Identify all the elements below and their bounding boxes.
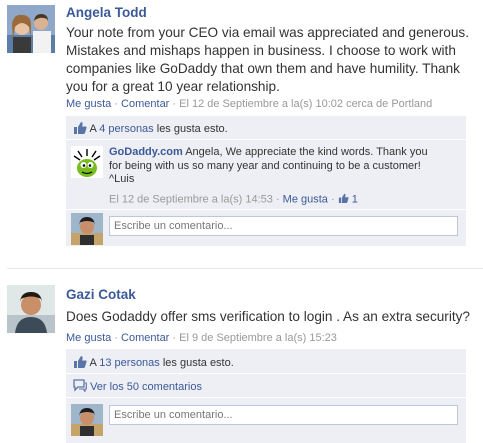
reply-like-count[interactable]: 1 [352, 193, 358, 205]
view-comments-row[interactable]: Ver los 50 comentarios [73, 379, 202, 395]
reply-author[interactable]: GoDaddy.com [109, 146, 183, 158]
thumbs-up-icon [338, 193, 349, 206]
post-author[interactable]: Gazi Cotak [66, 287, 136, 302]
post-angela-todd: Angela Todd Your note from your CEO via … [0, 0, 483, 265]
reply-like-link[interactable]: Me gusta [283, 193, 328, 205]
likes-suffix: les gusta esto. [156, 122, 228, 135]
post-meta: Me gusta · Comentar · El 9 de Septiembre… [66, 332, 337, 344]
avatar[interactable] [7, 5, 55, 53]
likes-prefix: A [89, 356, 97, 369]
feedback-box: A 4 personas les gusta esto. GoDaddy.com… [66, 116, 466, 246]
meta-separator: · [275, 193, 280, 206]
row-divider [66, 209, 466, 210]
post-timestamp[interactable]: El 12 de Septiembre a la(s) 10:02 cerca … [179, 98, 432, 110]
comment-link[interactable]: Comentar [121, 98, 169, 110]
meta-separator: · [330, 193, 335, 206]
comment-link[interactable]: Comentar [121, 332, 169, 344]
meta-separator: · [114, 98, 118, 110]
meta-separator: · [172, 332, 177, 344]
likes-summary: A 4 personas les gusta esto. [73, 121, 228, 137]
godaddy-logo-icon[interactable] [71, 146, 103, 178]
reply-meta: El 12 de Septiembre a la(s) 14:53 · Me g… [109, 193, 358, 206]
reply-timestamp[interactable]: El 12 de Septiembre a la(s) 14:53 [109, 193, 273, 205]
likes-people-link[interactable]: 4 personas [99, 123, 153, 135]
post-timestamp[interactable]: El 9 de Septiembre a la(s) 15:23 [179, 332, 337, 344]
avatar[interactable] [7, 285, 55, 333]
post-meta: Me gusta · Comentar · El 12 de Septiembr… [66, 98, 432, 110]
likes-people-link[interactable]: 13 personas [99, 357, 160, 369]
like-link[interactable]: Me gusta [66, 332, 111, 344]
avatar [71, 404, 103, 436]
reply-body: GoDaddy.com Angela, We appreciate the ki… [109, 146, 437, 187]
post-message: Your note from your CEO via email was ap… [66, 25, 469, 94]
row-divider [66, 397, 466, 398]
thumbs-up-icon [73, 121, 87, 137]
comment-input[interactable]: Escribe un comentario... [109, 216, 458, 236]
meta-separator: · [172, 98, 177, 110]
row-divider [66, 373, 466, 374]
likes-suffix: les gusta esto. [162, 356, 234, 369]
thumbs-up-icon [73, 355, 87, 371]
comments-icon [73, 379, 87, 395]
post-gazi-cotak: Gazi Cotak Does Godaddy offer sms verifi… [0, 282, 483, 443]
meta-separator: · [114, 332, 118, 344]
like-link[interactable]: Me gusta [66, 98, 111, 110]
post-author[interactable]: Angela Todd [66, 5, 147, 20]
view-comments-link[interactable]: Ver los 50 comentarios [90, 381, 202, 393]
feedback-box: A 13 personas les gusta esto. Ver los 50… [66, 349, 466, 443]
likes-prefix: A [89, 122, 97, 135]
comment-godaddy: GoDaddy.com Angela, We appreciate the ki… [66, 140, 466, 208]
avatar [71, 213, 103, 245]
likes-summary: A 13 personas les gusta esto. [73, 355, 234, 371]
post-message: Does Godaddy offer sms verification to l… [66, 309, 470, 324]
comment-input[interactable]: Escribe un comentario... [109, 405, 458, 425]
post-divider [7, 268, 483, 269]
